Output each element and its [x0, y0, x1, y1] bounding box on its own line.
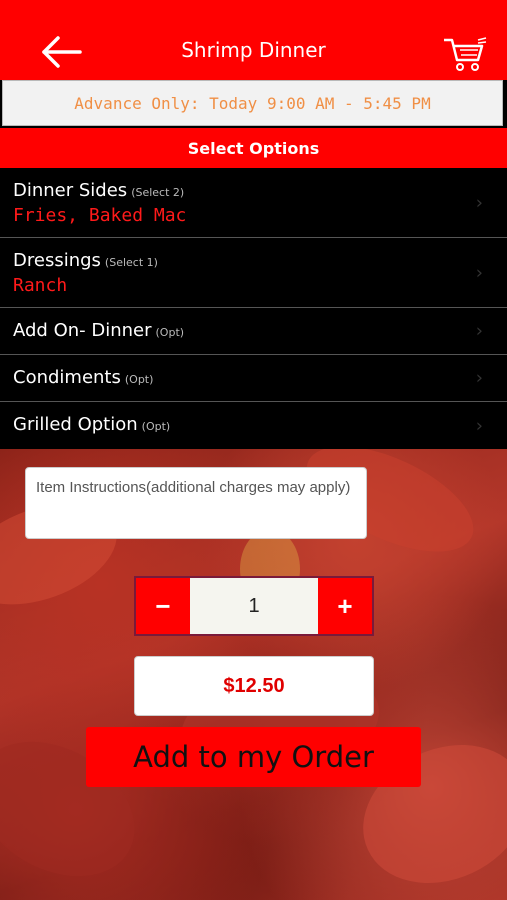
item-instructions-field[interactable]: Item Instructions(additional charges may… — [25, 467, 367, 539]
option-value: Fries, Baked Mac — [13, 205, 187, 226]
cart-icon[interactable] — [440, 34, 488, 74]
chevron-right-icon: › — [475, 192, 483, 213]
option-add-on-dinner[interactable]: Add On- Dinner (Opt) › — [0, 308, 507, 355]
option-value: Ranch — [13, 275, 68, 296]
option-note: (Select 2) — [131, 186, 185, 199]
availability-banner: Advance Only: Today 9:00 AM - 5:45 PM — [2, 80, 503, 126]
option-note: (Opt) — [155, 326, 185, 339]
price-display: $12.50 — [134, 656, 374, 716]
options-list: Dinner Sides (Select 2) Fries, Baked Mac … — [0, 168, 507, 449]
option-dressings[interactable]: Dressings (Select 1) Ranch › — [0, 238, 507, 308]
option-dinner-sides[interactable]: Dinner Sides (Select 2) Fries, Baked Mac … — [0, 168, 507, 238]
option-label: Dressings — [13, 250, 101, 271]
select-options-label: Select Options — [187, 138, 320, 158]
option-note: (Opt) — [124, 373, 154, 386]
chevron-right-icon: › — [475, 367, 483, 389]
quantity-stepper: − 1 + — [134, 576, 374, 636]
option-label: Grilled Option — [13, 414, 138, 435]
select-options-bar: Select Options — [0, 128, 507, 168]
option-condiments[interactable]: Condiments (Opt) › — [0, 355, 507, 402]
page-title: Shrimp Dinner — [181, 38, 326, 62]
option-label: Dinner Sides — [13, 180, 128, 201]
chevron-right-icon: › — [475, 415, 483, 436]
option-label: Condiments — [13, 367, 121, 388]
increase-quantity-button[interactable]: + — [318, 578, 372, 634]
availability-text: Advance Only: Today 9:00 AM - 5:45 PM — [74, 93, 431, 113]
option-note: (Select 1) — [104, 256, 158, 269]
option-label: Add On- Dinner — [13, 320, 152, 341]
quantity-value: 1 — [248, 594, 260, 617]
option-note: (Opt) — [141, 420, 171, 433]
chevron-right-icon: › — [475, 262, 483, 283]
option-grilled-option[interactable]: Grilled Option (Opt) › — [0, 402, 507, 449]
chevron-right-icon: › — [475, 320, 483, 342]
add-to-order-button[interactable]: Add to my Order — [86, 727, 421, 787]
app-header: Shrimp Dinner — [0, 0, 507, 80]
decrease-quantity-button[interactable]: − — [136, 578, 190, 634]
